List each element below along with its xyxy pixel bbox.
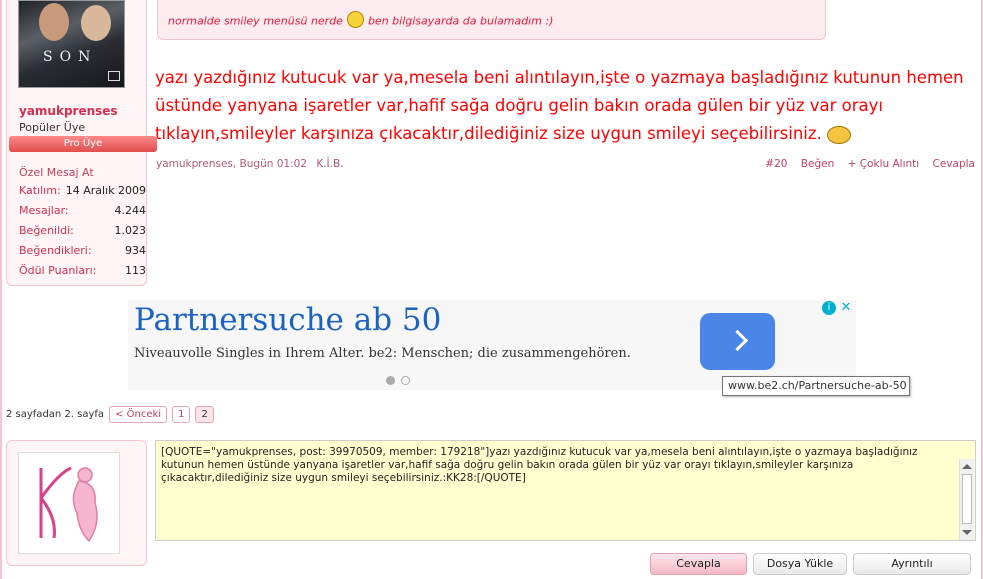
page-label: 2 sayfadan 2. sayfa — [6, 409, 105, 420]
reply-avatar-panel — [6, 440, 147, 566]
quote-text-before: normalde smiley menüsü nerde — [168, 14, 343, 28]
carousel-dot-active[interactable] — [386, 376, 395, 385]
multi-quote-link[interactable]: + Çoklu Alıntı — [848, 158, 920, 170]
avatar-face — [39, 3, 69, 41]
advanced-edit-button[interactable]: Ayrıntılı Düzenleme... — [853, 553, 971, 579]
prev-page-button[interactable]: < Önceki — [109, 406, 168, 423]
username-link[interactable]: yamukprenses — [19, 104, 118, 118]
blushing-smiley-icon — [827, 125, 852, 144]
kib-link[interactable]: K.İ.B. — [316, 158, 343, 170]
post-number-link[interactable]: #20 — [765, 158, 787, 170]
stat-key[interactable]: Ödül Puanları: — [19, 264, 96, 284]
reply-submit-button[interactable]: Cevapla — [650, 553, 747, 575]
stat-value: 1.023 — [114, 224, 147, 237]
avatar-watermark-icon — [108, 71, 120, 81]
stat-key[interactable]: Beğendikleri: — [19, 244, 92, 264]
reply-textarea[interactable]: [QUOTE="yamukprenses, post: 39970509, me… — [155, 440, 976, 541]
stat-joined: Katılım: 14 Aralık 2009 — [19, 184, 146, 204]
textarea-scrollbar[interactable] — [959, 459, 974, 540]
like-link[interactable]: Beğen — [801, 158, 834, 170]
pro-member-badge: Pro Üye — [9, 136, 157, 152]
ad-carousel-dots — [386, 370, 416, 389]
ad-title[interactable]: Partnersuche ab 50 — [134, 302, 441, 338]
carousel-dot[interactable] — [401, 376, 410, 385]
page-1-button[interactable]: 1 — [172, 406, 191, 423]
avatar-caption: SON — [43, 49, 98, 65]
quote-block: normalde smiley menüsü nerde ben bilgisay… — [157, 0, 826, 40]
ad-close-icon[interactable]: ✕ — [838, 300, 854, 316]
current-user-avatar[interactable] — [18, 452, 120, 554]
forum-thread-page: SON yamukprenses Popüler Üye Pro Üye Öze… — [0, 0, 983, 579]
stat-value: 113 — [125, 264, 146, 277]
reply-textarea-content[interactable]: [QUOTE="yamukprenses, post: 39970509, me… — [161, 446, 951, 485]
quote-text-after: ben bilgisayarda da bulamadım :) — [367, 14, 554, 28]
user-avatar[interactable]: SON — [18, 0, 125, 88]
ad-arrow-button[interactable] — [700, 313, 775, 370]
stat-likes-given: Beğendikleri: 934 — [19, 244, 146, 264]
confused-smiley-icon — [346, 11, 364, 28]
upload-file-button[interactable]: Dosya Yükle — [753, 553, 847, 575]
stat-key[interactable]: Beğenildi: — [19, 224, 74, 244]
post-meta: yamukprenses, Bugün 01:02 K.İ.B. — [156, 158, 344, 170]
post-author-date[interactable]: yamukprenses, Bugün 01:02 — [156, 158, 307, 170]
page-2-button[interactable]: 2 — [195, 406, 214, 423]
avatar-face — [81, 5, 111, 41]
pagination: 2 sayfadan 2. sayfa < Önceki 1 2 — [6, 406, 214, 423]
stat-value: 14 Aralık 2009 — [65, 184, 146, 197]
stat-key[interactable]: Mesajlar: — [19, 204, 69, 224]
message-body: yazı yazdığınız kutucuk var ya,mesela be… — [155, 64, 975, 148]
stat-key[interactable]: Katılım: — [19, 184, 61, 204]
stat-messages: Mesajlar: 4.244 — [19, 204, 146, 224]
scroll-thumb[interactable] — [962, 474, 972, 524]
post-actions: #20 Beğen + Çoklu Alıntı Cevapla — [755, 158, 975, 170]
user-title: Popüler Üye — [19, 121, 86, 134]
user-info-panel: SON yamukprenses Popüler Üye Pro Üye Öze… — [6, 0, 157, 286]
private-message-link[interactable]: Özel Mesaj At — [19, 166, 94, 179]
scroll-down-arrow-icon[interactable] — [962, 530, 972, 535]
stat-trophy-points: Ödül Puanları: 113 — [19, 264, 146, 284]
stat-liked: Beğenildi: 1.023 — [19, 224, 146, 244]
quote-text: normalde smiley menüsü nerde ben bilgisay… — [168, 11, 554, 30]
left-border — [0, 0, 2, 579]
stat-value: 934 — [125, 244, 146, 257]
user-stats: Katılım: 14 Aralık 2009 Mesajlar: 4.244 Be… — [19, 184, 146, 284]
ad-info-icon[interactable]: i — [822, 301, 836, 315]
scroll-up-arrow-icon[interactable] — [962, 464, 972, 469]
reply-link[interactable]: Cevapla — [933, 158, 975, 170]
stat-value: 4.244 — [114, 204, 147, 217]
url-tooltip: www.be2.ch/Partnersuche-ab-50 — [722, 376, 910, 396]
ad-subtitle: Niveauvolle Singles in Ihrem Alter. be2:… — [134, 346, 631, 361]
